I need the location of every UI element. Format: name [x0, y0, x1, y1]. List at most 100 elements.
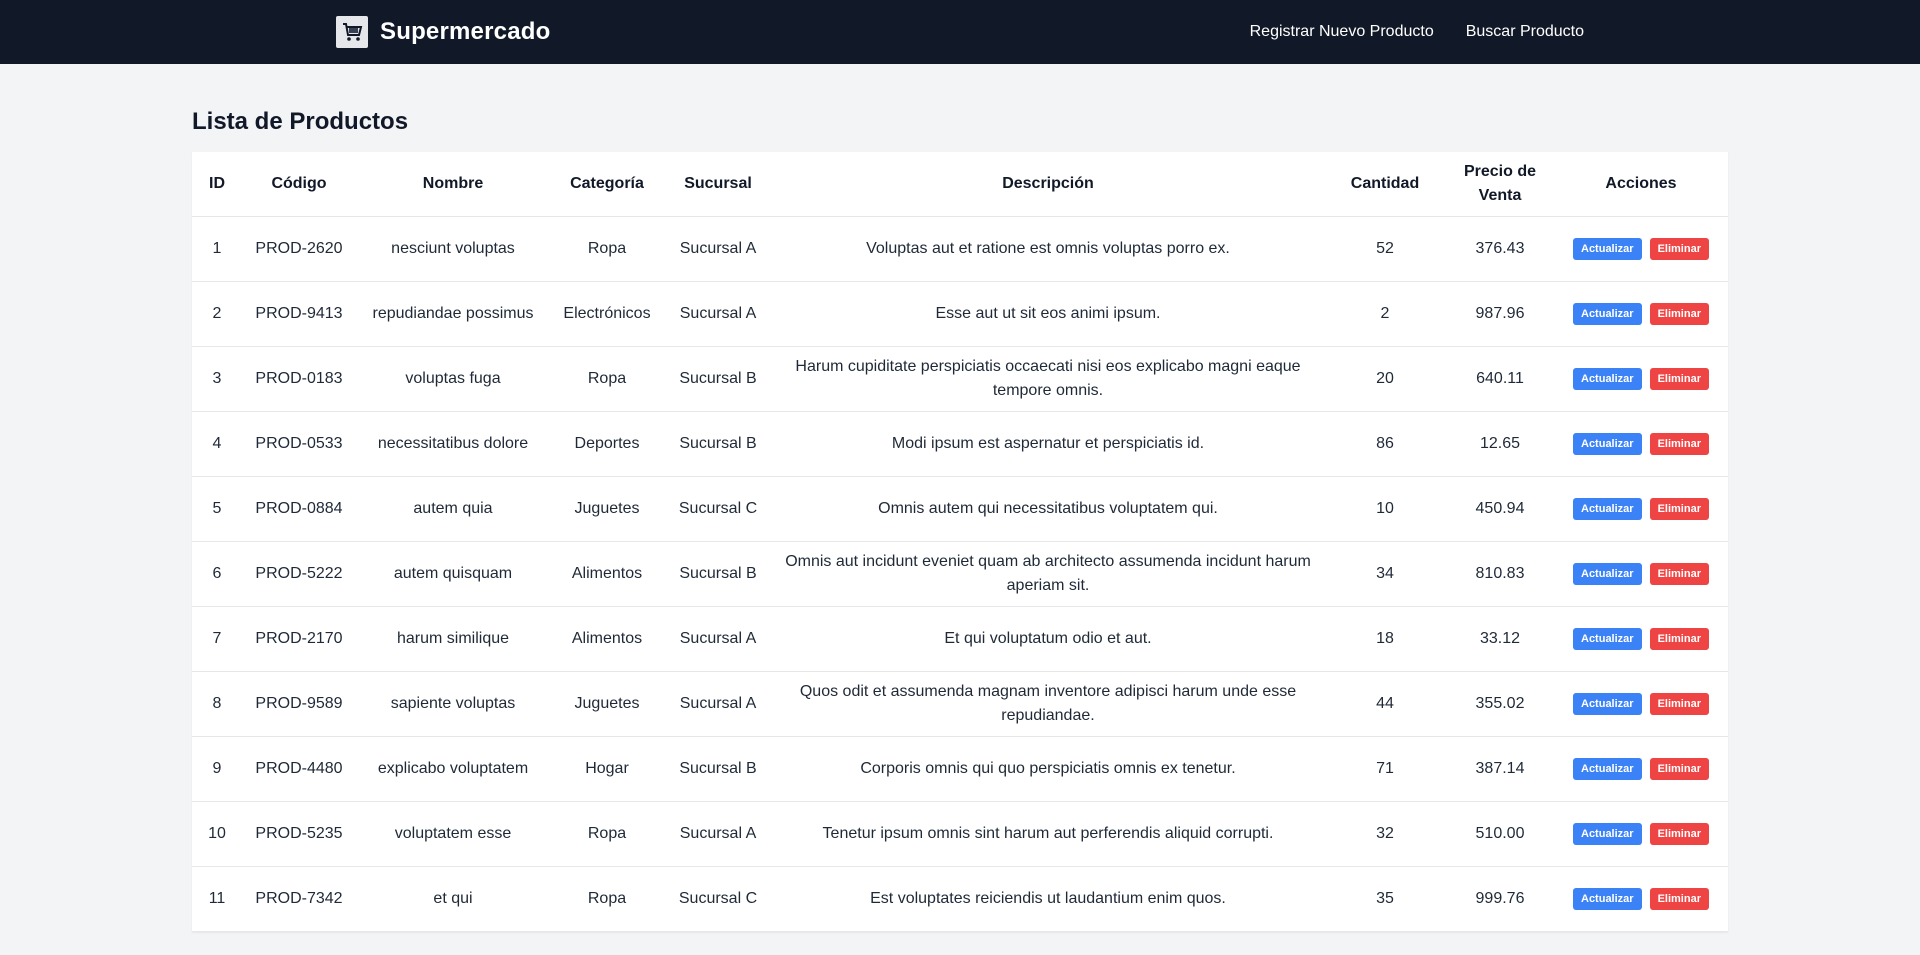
cell-name: repudiandae possimus	[356, 281, 550, 347]
cell-quantity: 10	[1324, 476, 1446, 542]
cell-id: 5	[192, 476, 242, 542]
nav-register-product[interactable]: Registrar Nuevo Producto	[1250, 23, 1434, 41]
update-button[interactable]: Actualizar	[1573, 238, 1642, 260]
cell-id: 10	[192, 801, 242, 867]
cell-price: 510.00	[1446, 801, 1554, 867]
cell-price: 987.96	[1446, 281, 1554, 347]
cell-code: PROD-0533	[242, 411, 356, 477]
delete-button[interactable]: Eliminar	[1649, 498, 1709, 520]
cell-code: PROD-9589	[242, 671, 356, 737]
column-header-price: Precio de Venta	[1446, 152, 1554, 217]
cell-id: 8	[192, 671, 242, 737]
cell-price: 387.14	[1446, 736, 1554, 802]
cell-price: 999.76	[1446, 866, 1554, 932]
cell-category: Alimentos	[550, 541, 664, 607]
cell-category: Juguetes	[550, 671, 664, 737]
products-table-body: 1 PROD-2620 nesciunt voluptas Ropa Sucursal …	[192, 216, 1728, 932]
cell-id: 2	[192, 281, 242, 347]
cell-name: sapiente voluptas	[356, 671, 550, 737]
update-button[interactable]: Actualizar	[1573, 368, 1642, 390]
delete-button[interactable]: Eliminar	[1649, 693, 1709, 715]
update-button[interactable]: Actualizar	[1573, 628, 1642, 650]
page-title: Lista de Productos	[192, 108, 409, 135]
cell-category: Electrónicos	[550, 281, 664, 347]
cell-category: Juguetes	[550, 476, 664, 542]
cell-price: 376.43	[1446, 216, 1554, 282]
column-header-quantity: Cantidad	[1324, 152, 1446, 217]
update-button[interactable]: Actualizar	[1573, 563, 1642, 585]
cell-quantity: 52	[1324, 216, 1446, 282]
cell-actions: Actualizar Eliminar	[1554, 866, 1728, 932]
cell-id: 7	[192, 606, 242, 672]
cell-price: 355.02	[1446, 671, 1554, 737]
update-button[interactable]: Actualizar	[1573, 433, 1642, 455]
cell-description: Et qui voluptatum odio et aut.	[772, 606, 1324, 672]
update-button[interactable]: Actualizar	[1573, 498, 1642, 520]
cell-actions: Actualizar Eliminar	[1554, 541, 1728, 607]
delete-button[interactable]: Eliminar	[1649, 368, 1709, 390]
app-title: Supermercado	[380, 18, 551, 45]
update-button[interactable]: Actualizar	[1573, 758, 1642, 780]
cell-code: PROD-9413	[242, 281, 356, 347]
update-button[interactable]: Actualizar	[1573, 823, 1642, 845]
table-row: 10 PROD-5235 voluptatem esse Ropa Sucursal A…	[192, 801, 1728, 867]
cell-quantity: 35	[1324, 866, 1446, 932]
cell-code: PROD-0183	[242, 346, 356, 412]
update-button[interactable]: Actualizar	[1573, 303, 1642, 325]
brand-home-link[interactable]: Supermercado	[336, 16, 550, 48]
cell-description: Omnis aut incidunt eveniet quam ab archi…	[772, 541, 1324, 607]
cell-id: 9	[192, 736, 242, 802]
row-actions: Actualizar Eliminar	[1562, 498, 1720, 520]
delete-button[interactable]: Eliminar	[1649, 823, 1709, 845]
delete-button[interactable]: Eliminar	[1649, 238, 1709, 260]
cell-description: Corporis omnis qui quo perspiciatis omni…	[772, 736, 1324, 802]
cell-price: 640.11	[1446, 346, 1554, 412]
cell-id: 3	[192, 346, 242, 412]
cell-name: nesciunt voluptas	[356, 216, 550, 282]
row-actions: Actualizar Eliminar	[1562, 888, 1720, 910]
cell-actions: Actualizar Eliminar	[1554, 476, 1728, 542]
cell-actions: Actualizar Eliminar	[1554, 736, 1728, 802]
column-header-name: Nombre	[356, 152, 550, 217]
nav-search-product[interactable]: Buscar Producto	[1466, 23, 1584, 41]
delete-button[interactable]: Eliminar	[1649, 563, 1709, 585]
cell-quantity: 44	[1324, 671, 1446, 737]
cell-category: Deportes	[550, 411, 664, 477]
cell-description: Quos odit et assumenda magnam inventore …	[772, 671, 1324, 737]
cell-price: 450.94	[1446, 476, 1554, 542]
update-button[interactable]: Actualizar	[1573, 888, 1642, 910]
column-header-actions: Acciones	[1554, 152, 1728, 217]
row-actions: Actualizar Eliminar	[1562, 238, 1720, 260]
cell-quantity: 34	[1324, 541, 1446, 607]
delete-button[interactable]: Eliminar	[1649, 628, 1709, 650]
cell-quantity: 71	[1324, 736, 1446, 802]
cell-actions: Actualizar Eliminar	[1554, 346, 1728, 412]
products-table: ID Código Nombre Categoría Sucursal Desc…	[192, 152, 1728, 932]
cell-branch: Sucursal A	[664, 606, 772, 672]
column-header-id: ID	[192, 152, 242, 217]
cell-quantity: 20	[1324, 346, 1446, 412]
cell-name: et qui	[356, 866, 550, 932]
delete-button[interactable]: Eliminar	[1649, 303, 1709, 325]
cell-id: 6	[192, 541, 242, 607]
update-button[interactable]: Actualizar	[1573, 693, 1642, 715]
row-actions: Actualizar Eliminar	[1562, 563, 1720, 585]
cell-branch: Sucursal A	[664, 281, 772, 347]
cell-branch: Sucursal A	[664, 216, 772, 282]
delete-button[interactable]: Eliminar	[1649, 433, 1709, 455]
cell-branch: Sucursal B	[664, 346, 772, 412]
cell-category: Hogar	[550, 736, 664, 802]
cell-description: Harum cupiditate perspiciatis occaecati …	[772, 346, 1324, 412]
cell-branch: Sucursal B	[664, 411, 772, 477]
cell-id: 4	[192, 411, 242, 477]
cell-code: PROD-7342	[242, 866, 356, 932]
cell-code: PROD-5235	[242, 801, 356, 867]
delete-button[interactable]: Eliminar	[1649, 888, 1709, 910]
delete-button[interactable]: Eliminar	[1649, 758, 1709, 780]
cell-category: Ropa	[550, 866, 664, 932]
table-row: 8 PROD-9589 sapiente voluptas Juguetes Sucur…	[192, 671, 1728, 737]
cell-category: Ropa	[550, 801, 664, 867]
cell-name: explicabo voluptatem	[356, 736, 550, 802]
cell-quantity: 32	[1324, 801, 1446, 867]
cell-branch: Sucursal C	[664, 866, 772, 932]
